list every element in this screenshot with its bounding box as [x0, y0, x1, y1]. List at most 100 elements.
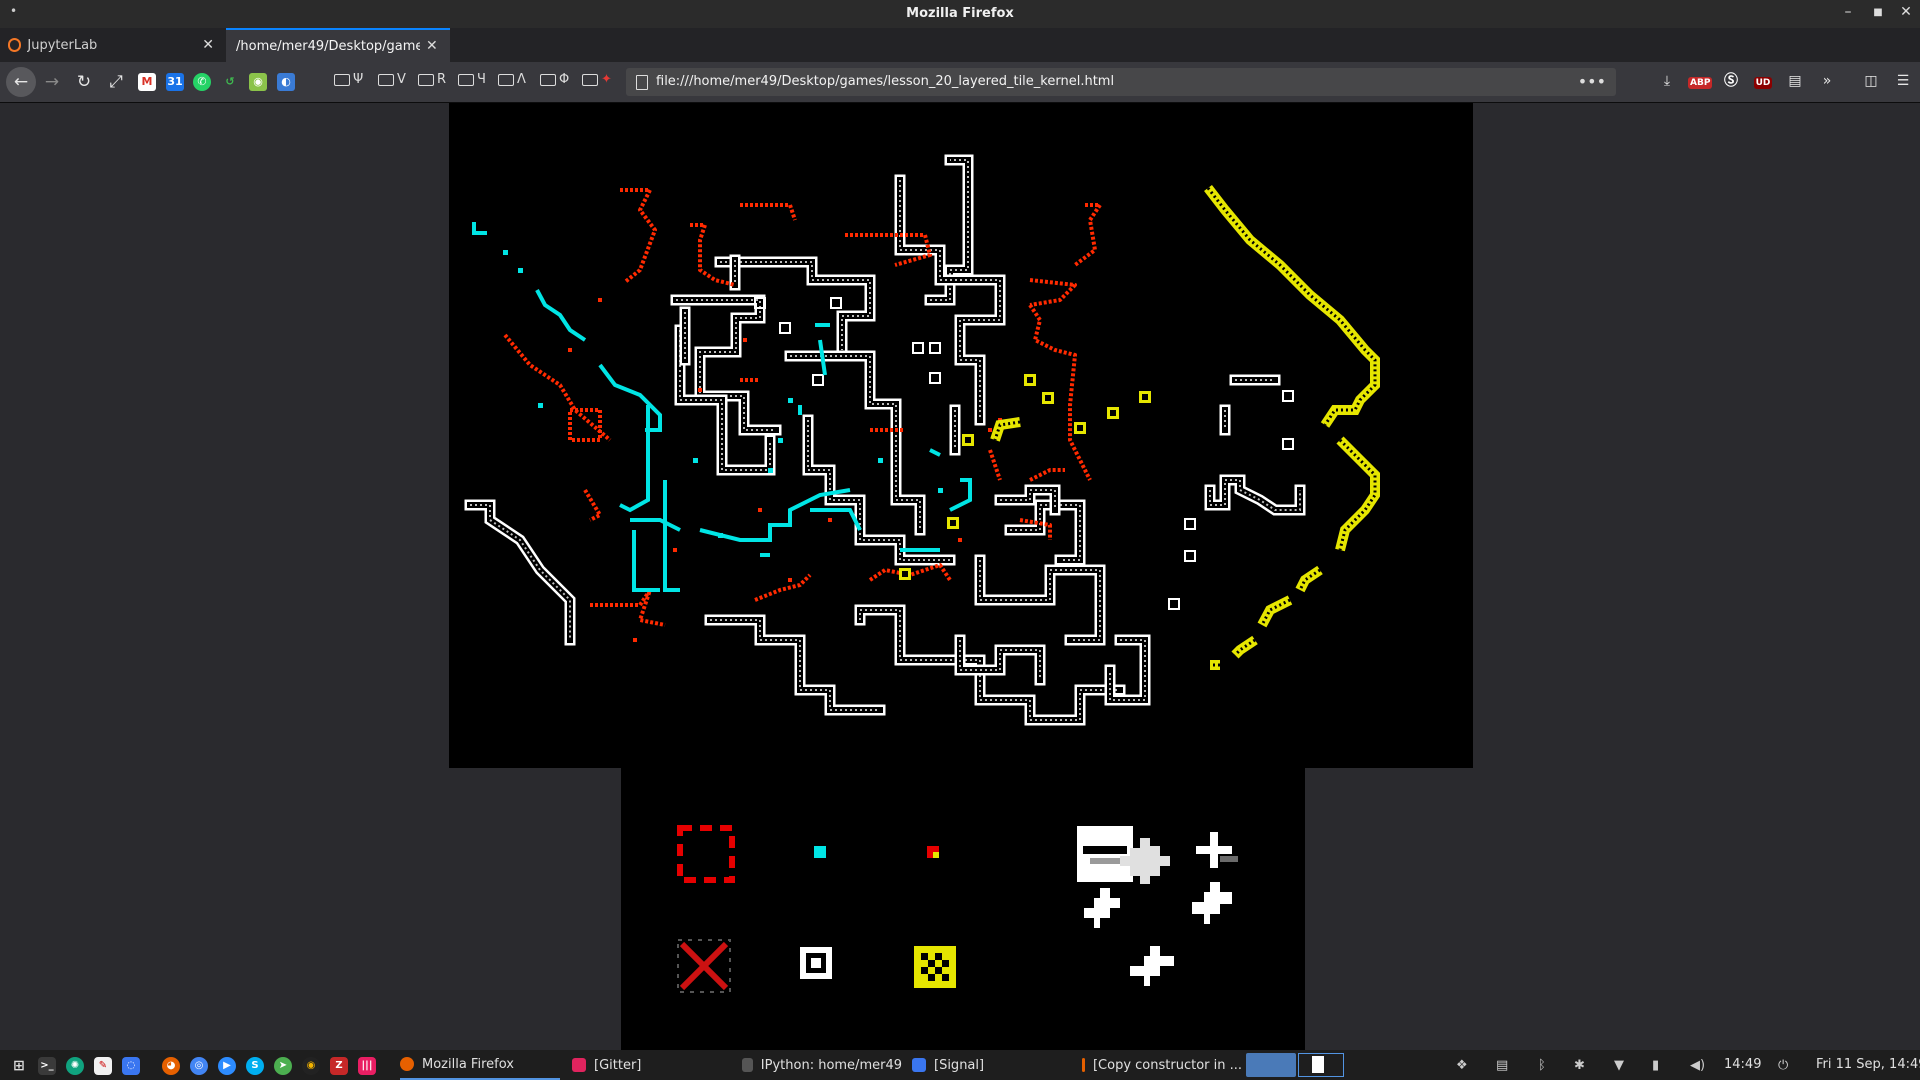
fullscreen-icon[interactable]: ⤢: [104, 70, 128, 94]
text-editor-icon[interactable]: ✎: [94, 1057, 112, 1075]
red-wall-segment: [1028, 303, 1092, 481]
tile-palette-canvas[interactable]: [621, 768, 1305, 1050]
ublock-icon[interactable]: UD: [1753, 77, 1773, 89]
task-signal[interactable]: [Signal]: [912, 1050, 1072, 1080]
white-square-ring-tile[interactable]: [800, 947, 832, 979]
yellow-box-core: [1045, 395, 1051, 401]
duolingo-icon[interactable]: ◉: [249, 73, 267, 91]
page-viewport: [0, 103, 1920, 1050]
task-gitter[interactable]: [Gitter]: [572, 1050, 732, 1080]
bookmark-folder-v[interactable]: V: [378, 72, 406, 87]
reader-icon[interactable]: ▤: [1784, 70, 1806, 92]
send-icon[interactable]: ➤: [274, 1057, 292, 1075]
folder-icon: [334, 73, 350, 86]
task-ipython[interactable]: IPython: home/mer49: [742, 1050, 902, 1080]
volume-icon[interactable]: ◀): [1690, 1058, 1705, 1073]
lastpass-icon[interactable]: |||: [358, 1057, 376, 1075]
workspace-1[interactable]: [1246, 1053, 1296, 1077]
s-extension-icon[interactable]: Ⓢ: [1720, 70, 1742, 92]
battery-icon[interactable]: ▮: [1652, 1058, 1659, 1073]
tab-jupyterlab[interactable]: JupyterLab ✕: [0, 28, 222, 62]
zotero-icon[interactable]: Z: [330, 1057, 348, 1075]
window-title: Mozilla Firefox: [906, 6, 1014, 21]
sync-icon[interactable]: ↺: [221, 73, 239, 91]
calendar-icon[interactable]: 31: [166, 73, 184, 91]
folder-icon: [498, 73, 514, 86]
skype-icon[interactable]: S: [246, 1057, 264, 1075]
bookmark-folder-phi[interactable]: Φ: [540, 72, 569, 87]
red-dashed-frame-tile[interactable]: [677, 825, 735, 883]
page-actions-icon[interactable]: •••: [1578, 68, 1606, 96]
gmail-icon[interactable]: M: [138, 73, 156, 91]
power-icon[interactable]: ⏻: [1778, 1058, 1788, 1073]
cyan-wall-segment: [619, 405, 650, 513]
white-box-marker: [1184, 550, 1196, 562]
red-wall-segment: [1029, 278, 1077, 307]
zoom-icon[interactable]: ▶: [218, 1057, 236, 1075]
yellow-wall-segment: [1204, 184, 1380, 428]
whatsapp-icon[interactable]: ✆: [193, 73, 211, 91]
maximize-icon[interactable]: ■: [1868, 7, 1888, 18]
wifi-icon[interactable]: ▼: [1614, 1058, 1624, 1073]
chrome-icon[interactable]: ◎: [190, 1057, 208, 1075]
white-wall-block-tile[interactable]: [1077, 826, 1238, 986]
dropbox-icon[interactable]: ❖: [1456, 1058, 1468, 1073]
task-firefox-2[interactable]: [Copy constructor in ...: [1082, 1050, 1242, 1080]
red-wall-segment: [690, 223, 736, 287]
yellow-box-core: [902, 571, 908, 577]
task-firefox[interactable]: Mozilla Firefox: [400, 1050, 560, 1080]
white-box-marker: [812, 374, 824, 386]
signal-bookmark-icon[interactable]: ◐: [277, 73, 295, 91]
overflow-chevron-icon[interactable]: »: [1816, 70, 1838, 92]
folder-icon: [458, 73, 474, 86]
circle-app-icon[interactable]: ◉: [302, 1057, 320, 1075]
bluetooth-icon[interactable]: ᛒ: [1538, 1058, 1546, 1073]
jupyter-icon: [8, 38, 22, 52]
back-button[interactable]: ←: [6, 67, 36, 97]
red-wall-segment: [620, 188, 657, 284]
cyan-dot: [693, 458, 698, 463]
reload-button[interactable]: ↻: [72, 70, 96, 94]
tab-close-icon[interactable]: ✕: [202, 37, 214, 53]
yellow-checker-tile[interactable]: [914, 946, 956, 988]
terminal-icon[interactable]: >_: [38, 1057, 56, 1075]
bookmark-folder-lambda[interactable]: Λ: [498, 72, 526, 87]
bookmark-folder-psi[interactable]: Ψ: [334, 72, 363, 87]
app-grid-icon[interactable]: ⊞: [10, 1057, 28, 1075]
extensions-icon[interactable]: ◫: [1860, 70, 1882, 92]
messenger-icon[interactable]: ◌: [122, 1057, 140, 1075]
cyan-wall-segment: [535, 289, 587, 342]
firefox-launcher-icon[interactable]: ◕: [162, 1057, 180, 1075]
close-window-icon[interactable]: ✕: [1896, 4, 1916, 20]
downloads-icon[interactable]: ⤓: [1656, 70, 1678, 92]
cyan-dot: [518, 268, 523, 273]
cyan-wall-segment: [929, 448, 941, 457]
minimize-icon[interactable]: –: [1838, 4, 1858, 20]
maze-canvas[interactable]: [449, 103, 1473, 768]
tab-close-icon[interactable]: ✕: [426, 38, 438, 54]
bookmark-folder-canada[interactable]: ✦: [582, 72, 612, 87]
keyboard-layout-icon[interactable]: ▤: [1496, 1058, 1508, 1073]
checker-square: [921, 953, 928, 960]
white-wall-segment: [464, 499, 576, 646]
forward-button[interactable]: →: [40, 70, 64, 94]
cyan-wall-segment: [949, 478, 972, 512]
bookmark-folder-che[interactable]: Ч: [458, 72, 486, 87]
window-titlebar: • Mozilla Firefox – ■ ✕: [0, 0, 1920, 28]
adblock-plus-icon[interactable]: ABP: [1688, 77, 1713, 89]
bookmark-folder-r[interactable]: R: [418, 72, 446, 87]
red-yellow-dot-tile[interactable]: [927, 846, 939, 858]
clock: Fri 11 Sep, 14:49: [1816, 1057, 1920, 1072]
tab-lesson-20[interactable]: /home/mer49/Desktop/games/lesson_20_laye…: [226, 28, 450, 62]
task-label: IPython: home/mer49: [760, 1057, 902, 1073]
hamburger-menu-icon[interactable]: ☰: [1892, 70, 1914, 92]
bookmark-label: Ψ: [353, 72, 364, 87]
task-label: [Copy constructor in ...: [1092, 1057, 1242, 1073]
red-dot: [988, 428, 992, 432]
chatgpt-icon[interactable]: ✺: [66, 1057, 84, 1075]
cyan-dot-tile[interactable]: [814, 846, 826, 858]
slack-icon[interactable]: ✱: [1574, 1058, 1585, 1073]
address-bar[interactable]: file:///home/mer49/Desktop/games/lesson_…: [626, 68, 1616, 96]
checker-square: [935, 953, 942, 960]
red-x-tile[interactable]: [677, 939, 731, 993]
